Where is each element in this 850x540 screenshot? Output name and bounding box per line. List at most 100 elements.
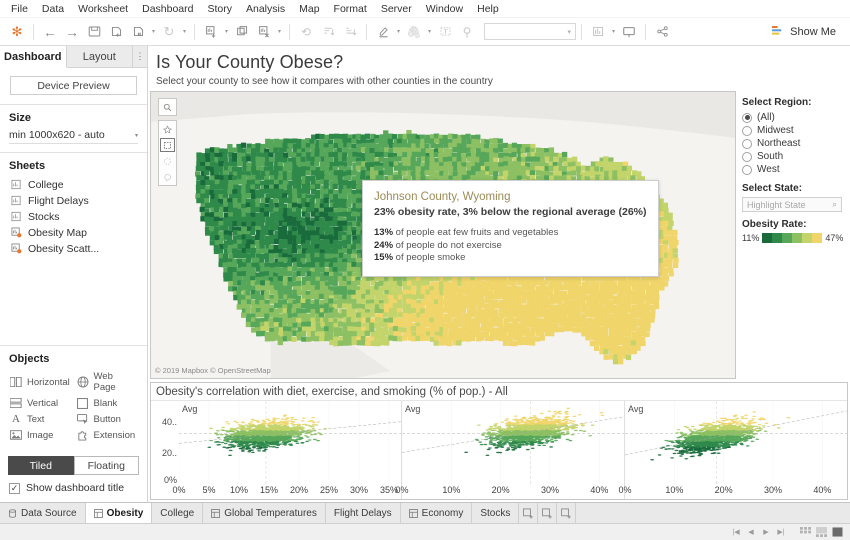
county-shape[interactable]: [667, 212, 673, 218]
county-shape[interactable]: [314, 235, 321, 241]
county-shape[interactable]: [255, 284, 261, 290]
county-shape[interactable]: [213, 170, 220, 176]
county-shape[interactable]: [296, 179, 302, 185]
sheet-item-college[interactable]: College: [9, 177, 138, 192]
county-shape[interactable]: [209, 234, 216, 240]
county-shape[interactable]: [346, 142, 352, 148]
county-shape[interactable]: [663, 207, 669, 213]
share-icon[interactable]: [651, 21, 673, 43]
county-shape[interactable]: [621, 326, 628, 332]
county-shape[interactable]: [255, 234, 261, 240]
county-shape[interactable]: [520, 330, 526, 336]
county-shape[interactable]: [438, 165, 444, 172]
county-shape[interactable]: [388, 317, 394, 323]
county-shape[interactable]: [630, 340, 637, 346]
county-shape[interactable]: [233, 179, 239, 186]
county-shape[interactable]: [411, 307, 417, 314]
chevron-down-icon[interactable]: ▾: [394, 28, 403, 35]
county-shape[interactable]: [236, 220, 243, 227]
county-shape[interactable]: [397, 133, 404, 140]
county-shape[interactable]: [589, 312, 595, 318]
object-text[interactable]: A Text: [9, 412, 72, 426]
county-shape[interactable]: [548, 326, 554, 332]
county-shape[interactable]: [296, 138, 302, 145]
county-shape[interactable]: [424, 138, 430, 144]
county-shape[interactable]: [314, 336, 320, 342]
county-shape[interactable]: [315, 316, 321, 323]
county-shape[interactable]: [430, 142, 436, 149]
county-shape[interactable]: [429, 326, 436, 332]
county-shape[interactable]: [511, 340, 518, 347]
county-shape[interactable]: [364, 303, 371, 309]
county-shape[interactable]: [305, 275, 311, 282]
county-shape[interactable]: [273, 280, 279, 286]
county-shape[interactable]: [337, 289, 343, 295]
county-shape[interactable]: [300, 271, 306, 277]
county-shape[interactable]: [240, 312, 247, 318]
county-shape[interactable]: [529, 285, 535, 291]
region-option-northeast[interactable]: Northeast: [742, 137, 848, 150]
county-shape[interactable]: [603, 161, 609, 167]
county-shape[interactable]: [387, 322, 393, 328]
county-shape[interactable]: [375, 294, 381, 300]
county-shape[interactable]: [227, 266, 233, 273]
county-shape[interactable]: [516, 280, 523, 286]
county-shape[interactable]: [630, 312, 637, 319]
county-shape[interactable]: [392, 312, 398, 318]
county-shape[interactable]: [575, 294, 581, 300]
county-shape[interactable]: [621, 165, 628, 172]
county-shape[interactable]: [333, 312, 339, 318]
county-shape[interactable]: [277, 166, 284, 172]
county-shape[interactable]: [607, 294, 614, 300]
county-shape[interactable]: [301, 151, 307, 158]
menu-item-worksheet[interactable]: Worksheet: [71, 0, 135, 18]
county-shape[interactable]: [320, 331, 326, 337]
county-shape[interactable]: [251, 327, 257, 333]
county-shape[interactable]: [263, 211, 270, 217]
county-shape[interactable]: [625, 354, 632, 361]
county-shape[interactable]: [393, 294, 399, 300]
county-shape[interactable]: [255, 312, 261, 318]
county-shape[interactable]: [663, 220, 669, 226]
county-shape[interactable]: [268, 321, 274, 328]
county-shape[interactable]: [351, 211, 357, 217]
county-shape[interactable]: [328, 248, 334, 255]
fixed-axis-icon[interactable]: ⚲: [456, 21, 478, 43]
county-shape[interactable]: [291, 248, 297, 254]
county-shape[interactable]: [305, 212, 311, 218]
county-shape[interactable]: [227, 207, 234, 213]
county-shape[interactable]: [227, 261, 233, 267]
county-shape[interactable]: [264, 336, 271, 342]
county-shape[interactable]: [369, 312, 375, 318]
menu-item-help[interactable]: Help: [470, 0, 506, 18]
county-shape[interactable]: [438, 298, 444, 304]
county-shape[interactable]: [511, 151, 517, 158]
county-shape[interactable]: [277, 284, 283, 291]
object-vertical[interactable]: Vertical: [9, 396, 72, 410]
county-shape[interactable]: [470, 335, 476, 342]
county-shape[interactable]: [351, 261, 357, 268]
county-shape[interactable]: [617, 354, 623, 360]
county-shape[interactable]: [608, 161, 614, 167]
object-image[interactable]: Image: [9, 428, 72, 442]
county-shape[interactable]: [566, 317, 572, 323]
forward-icon[interactable]: →: [61, 21, 83, 43]
county-shape[interactable]: [232, 147, 238, 153]
county-shape[interactable]: [493, 294, 499, 300]
county-shape[interactable]: [346, 284, 353, 291]
county-shape[interactable]: [644, 312, 650, 318]
county-shape[interactable]: [612, 358, 619, 365]
county-shape[interactable]: [410, 316, 416, 323]
county-shape[interactable]: [553, 156, 559, 162]
county-shape[interactable]: [254, 183, 261, 190]
county-shape[interactable]: [489, 165, 495, 171]
obesity-rate-legend[interactable]: 11% 47%: [742, 233, 848, 243]
county-shape[interactable]: [671, 243, 678, 249]
county-shape[interactable]: [448, 312, 454, 318]
county-shape[interactable]: [593, 345, 600, 351]
county-shape[interactable]: [369, 294, 375, 300]
county-shape[interactable]: [328, 290, 335, 296]
county-shape[interactable]: [315, 198, 321, 205]
county-shape[interactable]: [356, 298, 363, 304]
county-shape[interactable]: [480, 170, 486, 176]
